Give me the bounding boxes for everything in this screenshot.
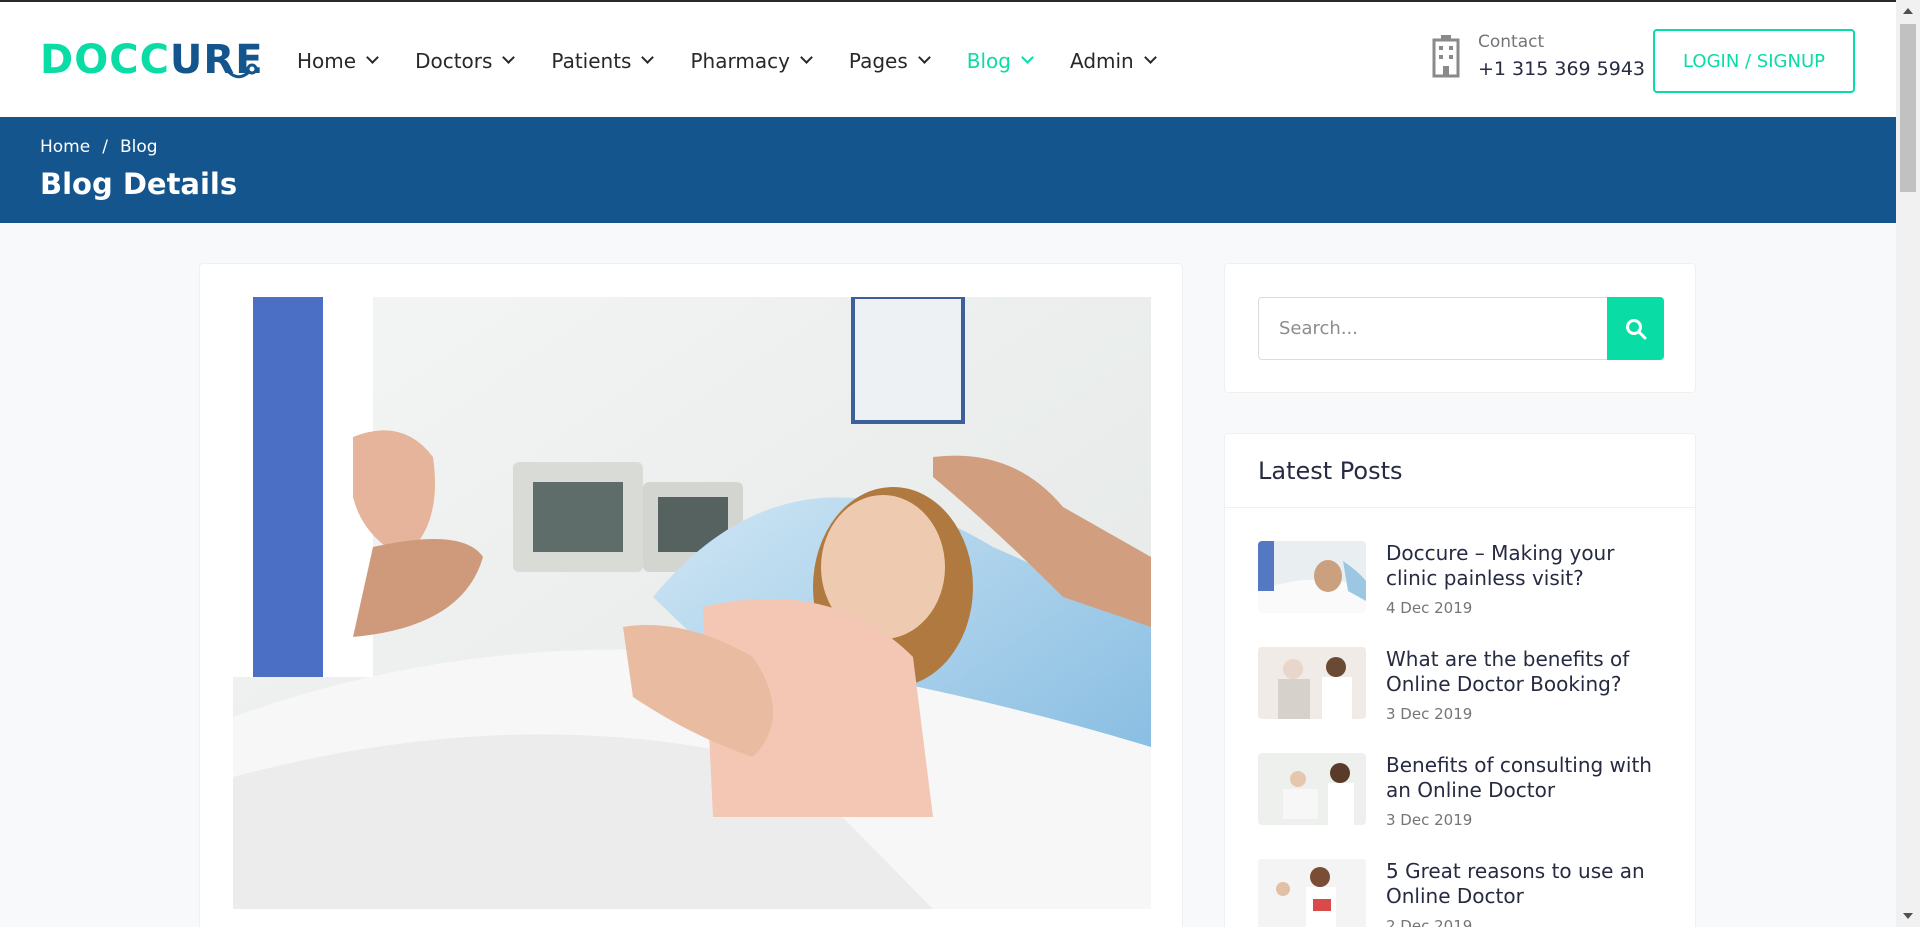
post-title[interactable]: Doccure – Making your clinic painless vi… (1386, 541, 1668, 591)
breadcrumb-current: Blog (119, 137, 158, 157)
post-thumbnail[interactable] (1258, 859, 1366, 927)
hospital-icon (1432, 35, 1460, 78)
nav-blog[interactable]: Blog (967, 49, 1034, 73)
chevron-down-icon (641, 51, 655, 64)
nav-pharmacy[interactable]: Pharmacy (690, 49, 813, 73)
chevron-down-icon (800, 51, 813, 64)
site-header: DOCCURE Home Doctors Patients Pharmacy P… (0, 0, 1896, 117)
breadcrumb-home[interactable]: Home (40, 137, 90, 157)
latest-posts-heading: Latest Posts (1225, 434, 1695, 508)
page-title: Blog Details (40, 167, 238, 201)
contact-phone[interactable]: +1 315 369 5943 (1478, 58, 1645, 80)
post-title[interactable]: Benefits of consulting with an Online Do… (1386, 753, 1668, 803)
chevron-down-icon (502, 51, 516, 64)
post-date: 3 Dec 2019 (1386, 811, 1473, 829)
post-date: 2 Dec 2019 (1386, 917, 1473, 927)
breadcrumb: Home / Blog (40, 137, 158, 157)
search-input[interactable] (1258, 297, 1607, 360)
blog-detail-card (199, 263, 1183, 927)
nav-doctors[interactable]: Doctors (415, 49, 516, 73)
post-title[interactable]: What are the benefits of Online Doctor B… (1386, 647, 1668, 697)
post-title[interactable]: 5 Great reasons to use an Online Doctor (1386, 859, 1668, 909)
login-signup-button[interactable]: LOGIN / SIGNUP (1653, 29, 1855, 93)
post-item[interactable]: 5 Great reasons to use an Online Doctor … (1258, 859, 1668, 927)
chevron-down-icon (917, 51, 931, 64)
chevron-down-icon (1021, 51, 1034, 64)
post-item[interactable]: What are the benefits of Online Doctor B… (1258, 647, 1668, 723)
chevron-down-icon (366, 51, 379, 64)
search-icon (1625, 318, 1646, 339)
post-thumbnail[interactable] (1258, 753, 1366, 825)
search-button[interactable] (1607, 297, 1664, 360)
post-item[interactable]: Doccure – Making your clinic painless vi… (1258, 541, 1668, 617)
search-widget (1224, 263, 1696, 393)
post-date: 3 Dec 2019 (1386, 705, 1473, 723)
vertical-scrollbar[interactable] (1896, 0, 1920, 927)
blog-hero-image (233, 297, 1151, 909)
page: DOCCURE Home Doctors Patients Pharmacy P… (0, 0, 1896, 927)
scroll-down-arrow-icon[interactable] (1903, 913, 1913, 919)
breadcrumb-bar: Home / Blog Blog Details (0, 117, 1896, 223)
scrollbar-thumb[interactable] (1900, 24, 1916, 192)
nav-admin[interactable]: Admin (1070, 49, 1157, 73)
post-date: 4 Dec 2019 (1386, 599, 1473, 617)
nav-pages[interactable]: Pages (849, 49, 931, 73)
header-contact: Contact +1 315 369 5943 (1428, 32, 1645, 80)
nav-home[interactable]: Home (297, 49, 379, 73)
stethoscope-icon (220, 62, 258, 79)
nav-patients[interactable]: Patients (551, 49, 655, 73)
post-thumbnail[interactable] (1258, 647, 1366, 719)
breadcrumb-separator: / (102, 137, 108, 157)
post-item[interactable]: Benefits of consulting with an Online Do… (1258, 753, 1668, 829)
scroll-up-arrow-icon[interactable] (1903, 8, 1913, 14)
main-nav: Home Doctors Patients Pharmacy Pages Blo… (297, 2, 1193, 119)
logo[interactable]: DOCCURE (40, 30, 263, 90)
chevron-down-icon (1143, 51, 1157, 64)
latest-posts-widget: Latest Posts Doccure – Making your clini… (1224, 433, 1696, 927)
post-thumbnail[interactable] (1258, 541, 1366, 613)
contact-label: Contact (1478, 32, 1545, 52)
